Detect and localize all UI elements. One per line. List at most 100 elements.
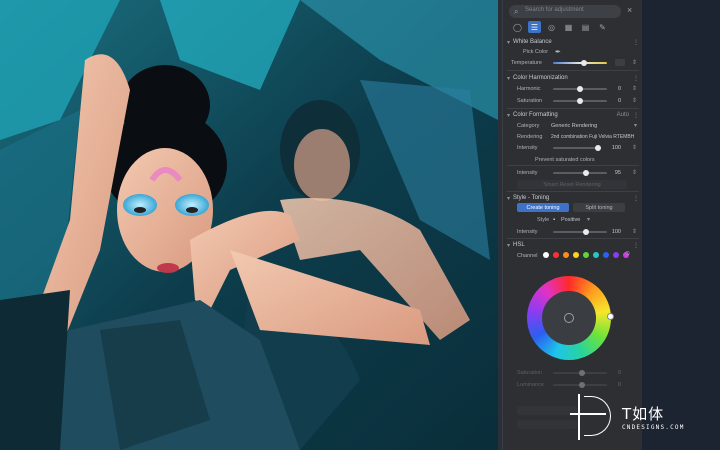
list-icon[interactable]: ▤	[579, 21, 592, 33]
target-icon[interactable]: ⊙	[625, 250, 630, 257]
swatch-purple[interactable]	[613, 252, 619, 258]
saturation-label: Saturation	[517, 369, 543, 376]
divider	[507, 165, 639, 166]
intensity-value[interactable]: 100	[597, 145, 621, 151]
search-icon: ⌕	[514, 7, 519, 16]
slider-knob[interactable]	[583, 170, 589, 176]
brush-icon[interactable]: ✎	[596, 21, 609, 33]
slider-knob[interactable]	[579, 370, 585, 376]
luminance-label: Luminance	[517, 381, 544, 388]
style-label: Style	[537, 216, 550, 223]
divider	[507, 70, 639, 71]
chevron-down-icon: ▾	[507, 112, 511, 119]
section-hsl[interactable]: ▾ HSL ⋮	[507, 240, 639, 250]
slider-knob[interactable]	[581, 60, 587, 66]
category-select[interactable]: Generic Rendering	[551, 123, 597, 129]
saturation-value[interactable]: 0	[597, 98, 621, 104]
prevent-saturated-row: Prevent saturated colors	[511, 155, 639, 164]
watermark-text: T如体	[622, 405, 665, 423]
circle-icon[interactable]: ◯	[511, 21, 524, 33]
eyedropper-icon[interactable]: ✒	[555, 48, 561, 56]
formatting-intensity-row: Intensity 100 ⇕	[511, 143, 639, 152]
section-color-formatting[interactable]: ▾ Color Formatting Auto ⋮	[507, 110, 639, 120]
logo-mark	[584, 396, 611, 436]
swatch-cyan[interactable]	[593, 252, 599, 258]
swatch-green[interactable]	[583, 252, 589, 258]
stepper-icon[interactable]: ⇕	[632, 169, 637, 176]
stepper-icon[interactable]: ⇕	[632, 59, 637, 66]
intensity-value[interactable]: 100	[597, 229, 621, 235]
toning-intensity-row: Intensity 100 ⇕	[511, 227, 639, 236]
photo-illustration	[0, 0, 498, 450]
chevron-down-icon[interactable]: ▾	[634, 122, 637, 129]
split-toning-button[interactable]: Split toning	[573, 203, 625, 212]
smart-reset-button[interactable]: Smart Reset Rendering	[517, 180, 627, 189]
watermark-logo: T如体 CNDESIGNS.COM	[570, 394, 720, 444]
more-icon[interactable]: ⋮	[633, 112, 639, 119]
rendering-select[interactable]: 2nd combination Fuji Velvia RTEMBH	[551, 134, 635, 140]
stepper-icon[interactable]: ⇕	[632, 144, 637, 151]
section-white-balance[interactable]: ▾ White Balance ⋮	[507, 37, 639, 47]
rendering-row: Rendering 2nd combination Fuji Velvia RT…	[511, 132, 639, 141]
temperature-label: Temperature	[511, 59, 542, 66]
sliders-icon[interactable]: ☰	[528, 21, 541, 33]
swatch-blue[interactable]	[603, 252, 609, 258]
section-color-harmonization[interactable]: ▾ Color Harmonization ⋮	[507, 73, 639, 83]
slider-knob[interactable]	[577, 86, 583, 92]
harmonic-value[interactable]: 0	[597, 86, 621, 92]
more-icon[interactable]: ⋮	[633, 195, 639, 202]
stepper-icon[interactable]: ⇕	[632, 97, 637, 104]
chevron-down-icon[interactable]: ▾	[587, 216, 590, 223]
swatch-all[interactable]	[543, 252, 549, 258]
color-wheel-center	[542, 291, 596, 345]
chevron-down-icon: ▾	[507, 75, 511, 82]
close-icon[interactable]: ×	[627, 5, 632, 15]
hsl-option-button[interactable]	[517, 406, 577, 415]
app-window: ⌕ Search for adjustment × ◯ ☰ ◎ ▦ ▤ ✎ ▾ …	[0, 0, 720, 450]
stepper-icon[interactable]: ⇕	[632, 228, 637, 235]
prevent-saturated-label[interactable]: Prevent saturated colors	[535, 157, 595, 163]
temperature-value-box[interactable]	[615, 59, 625, 66]
chevron-down-icon: ▾	[507, 195, 511, 202]
swatch-yellow[interactable]	[573, 252, 579, 258]
intensity-label: Intensity	[517, 228, 538, 235]
style-select[interactable]: Positive	[561, 217, 580, 223]
hue-handle[interactable]	[607, 313, 614, 320]
grid-icon[interactable]: ▦	[562, 21, 575, 33]
pick-color-row: Pick Color ✒	[511, 47, 639, 56]
saturation-value[interactable]: 0	[597, 370, 621, 376]
more-icon[interactable]: ⋮	[633, 39, 639, 46]
slider-knob[interactable]	[579, 382, 585, 388]
stepper-icon[interactable]: ⇕	[632, 85, 637, 92]
divider	[507, 108, 639, 109]
swatch-orange[interactable]	[563, 252, 569, 258]
slider-knob[interactable]	[577, 98, 583, 104]
intensity-slider[interactable]	[553, 145, 601, 151]
auto-toggle[interactable]: Auto	[617, 112, 629, 118]
logo-mark	[570, 413, 606, 415]
color-wheel[interactable]	[527, 276, 611, 360]
hsl-option-button[interactable]	[517, 420, 577, 429]
intensity-value[interactable]: 95	[597, 170, 621, 176]
create-toning-button[interactable]: Create toning	[517, 203, 569, 212]
luminance-value[interactable]: 0	[597, 382, 621, 388]
photo-canvas[interactable]	[0, 0, 498, 450]
section-style-toning[interactable]: ▾ Style - Toning ⋮	[507, 193, 639, 203]
search-field[interactable]: ⌕ Search for adjustment	[509, 5, 621, 18]
intensity-label: Intensity	[517, 169, 538, 176]
slider-knob[interactable]	[583, 229, 589, 235]
saturation-row: Saturation 0 ⇕	[511, 96, 639, 105]
crosshair-icon[interactable]	[564, 313, 574, 323]
temperature-slider[interactable]	[553, 60, 607, 66]
style-row: Style ▪ Positive ▾	[511, 215, 639, 224]
intensity-label: Intensity	[517, 144, 538, 151]
layers-icon[interactable]: ◎	[545, 21, 558, 33]
more-icon[interactable]: ⋮	[633, 75, 639, 82]
category-row: Category Generic Rendering ▾	[511, 121, 639, 130]
more-icon[interactable]: ⋮	[633, 242, 639, 249]
category-label: Category	[517, 122, 540, 129]
harmonic-row: Harmonic 0 ⇕	[511, 84, 639, 93]
channel-swatches	[543, 252, 629, 258]
harmonic-label: Harmonic	[517, 85, 541, 92]
swatch-red[interactable]	[553, 252, 559, 258]
